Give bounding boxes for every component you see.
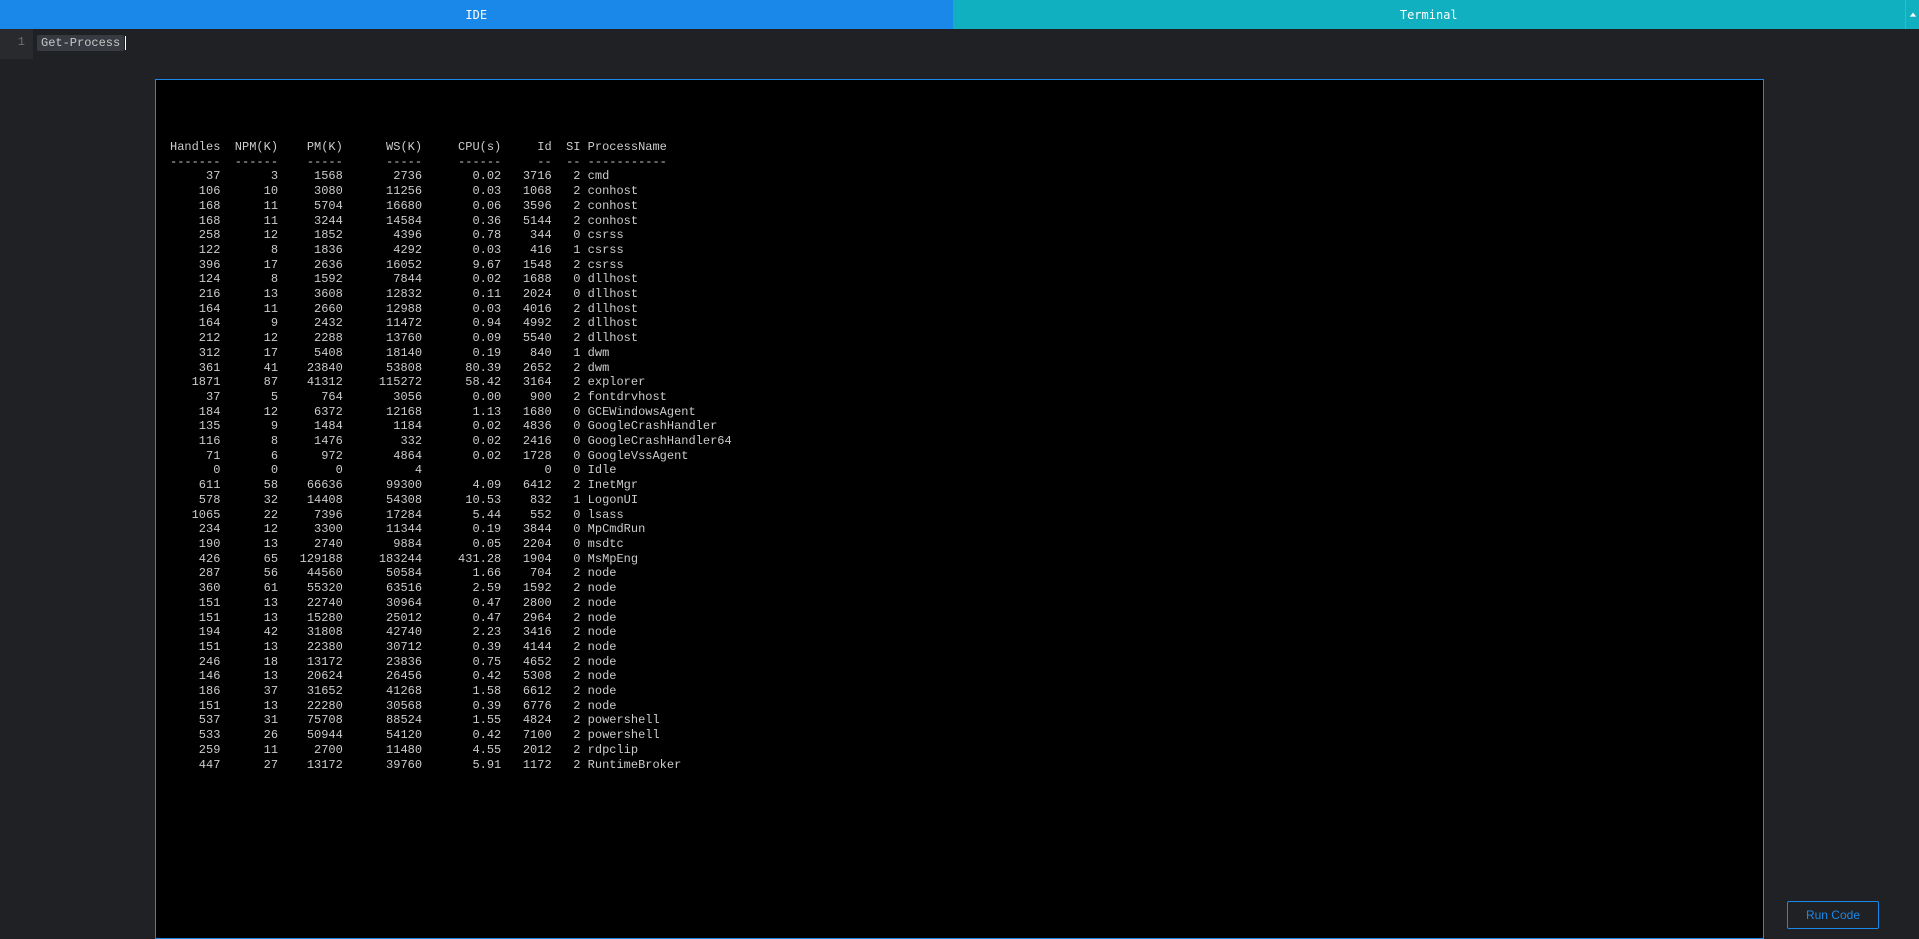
tab-ide[interactable]: IDE: [0, 0, 953, 29]
terminal-output[interactable]: Handles NPM(K) PM(K) WS(K) CPU(s) Id SI …: [155, 79, 1764, 939]
tab-bar: IDE Terminal: [0, 0, 1919, 29]
editor: 1 Get-Process: [0, 29, 1919, 59]
code-input[interactable]: Get-Process: [33, 29, 1919, 59]
code-text: Get-Process: [37, 35, 124, 51]
text-cursor: [125, 36, 126, 50]
main-area: Handles NPM(K) PM(K) WS(K) CPU(s) Id SI …: [0, 59, 1919, 939]
scroll-up-icon[interactable]: [1905, 0, 1919, 29]
run-code-button[interactable]: Run Code: [1787, 901, 1879, 929]
tab-terminal[interactable]: Terminal: [953, 0, 1906, 29]
line-number: 1: [0, 29, 33, 59]
